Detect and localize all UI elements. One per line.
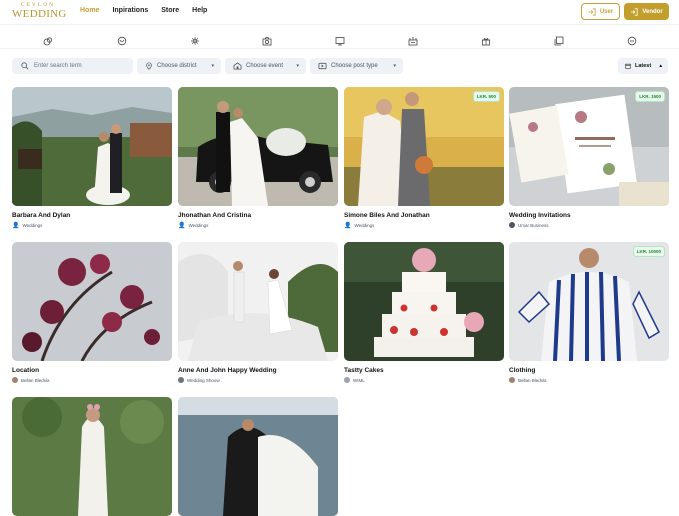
district-select-label: Choose district [157, 63, 197, 69]
post-card[interactable]: Barbara And Dylan 👤 Weddings [12, 87, 172, 229]
post-author-name: Weddings [188, 223, 209, 228]
post-image[interactable] [344, 242, 504, 361]
post-title[interactable]: Jhonathan And Cristina [178, 212, 338, 219]
post-card[interactable] [178, 397, 338, 516]
post-author-name: Wedding Shoow [187, 377, 220, 383]
user-icon: 👤 [12, 223, 20, 229]
post-card[interactable]: LKR. 10000 Clothing Bellan Bledsla [509, 242, 669, 383]
post-author[interactable]: Wedding Shoow [178, 377, 338, 383]
post-card[interactable]: Location Bellan Bledsla [12, 242, 172, 383]
post-image[interactable] [178, 397, 338, 516]
post-title[interactable]: Barbara And Dylan [12, 212, 172, 219]
post-card[interactable]: Tastty Cakes WIML [344, 242, 504, 383]
post-author-name: WIML [353, 377, 365, 383]
more-icon[interactable] [627, 33, 637, 46]
venue-icon [233, 62, 242, 70]
chevron-down-icon: ▴ [659, 63, 662, 69]
event-select-label: Choose event [246, 63, 284, 69]
post-type-select[interactable]: Choose post type ▾ [310, 58, 403, 74]
post-title[interactable]: Tastty Cakes [344, 367, 504, 374]
post-author[interactable]: Bellan Bledsla [12, 377, 172, 383]
search-placeholder: Enter search term [34, 63, 82, 69]
post-image[interactable]: LKR. 500 [344, 87, 504, 206]
search-input[interactable]: Enter search term [12, 58, 133, 74]
vendor-button-label: Vendor [642, 8, 663, 15]
price-badge: LKR. 1500 [635, 91, 665, 102]
price-badge: LKR. 500 [472, 91, 500, 102]
post-image[interactable]: LKR. 1500 [509, 87, 669, 206]
sort-select[interactable]: Latest ▴ [618, 58, 668, 74]
login-icon [588, 7, 596, 16]
avatar [509, 377, 515, 383]
post-author-name: Bellan Bledsla [21, 377, 50, 383]
flower-icon[interactable] [190, 33, 200, 45]
avatar [12, 377, 18, 383]
user-button-label: User [599, 8, 614, 15]
post-card[interactable] [12, 397, 172, 516]
post-card[interactable]: LKR. 500 Simone Biles And Jonathan 👤 Wed… [344, 87, 504, 229]
avatar [178, 377, 184, 383]
sort-select-label: Latest [635, 63, 652, 69]
login-icon [631, 7, 638, 16]
logo-line-2: WEDDING [12, 7, 67, 20]
chevron-down-icon: ▾ [296, 63, 299, 69]
post-title[interactable]: Clothing [509, 367, 669, 374]
post-author[interactable]: 👤 Weddings [12, 222, 172, 229]
post-author-name: Umar Business [518, 222, 549, 228]
post-title[interactable]: Anne And John Happy Wedding [178, 367, 338, 374]
calendar-icon [625, 63, 631, 69]
post-image[interactable] [178, 242, 338, 361]
avatar [509, 222, 515, 228]
user-icon: 👤 [178, 223, 186, 229]
cards-icon[interactable] [554, 33, 564, 46]
search-icon [21, 62, 29, 70]
video-icon [318, 62, 327, 70]
category-bar [0, 27, 679, 49]
price-badge: LKR. 10000 [632, 246, 665, 257]
main-nav: Home Inpirations Store Help [80, 7, 207, 14]
post-image[interactable] [12, 397, 172, 516]
top-header: CEYLON WEDDING Home Inpirations Store He… [0, 0, 679, 25]
chevron-down-icon: ▾ [211, 63, 214, 69]
post-card[interactable]: LKR. 1500 Wedding Invitations Umar Busin… [509, 87, 669, 228]
post-image[interactable]: LKR. 10000 [509, 242, 669, 361]
post-image[interactable] [12, 242, 172, 361]
site-logo[interactable]: CEYLON WEDDING [12, 2, 67, 20]
post-type-select-label: Choose post type [331, 63, 378, 69]
district-select[interactable]: Choose district ▾ [137, 58, 221, 74]
user-icon: 👤 [344, 223, 352, 229]
cake-icon[interactable] [117, 33, 127, 46]
post-title[interactable]: Simone Biles And Jonathan [344, 212, 504, 219]
post-title[interactable]: Location [12, 367, 172, 374]
vendor-login-button[interactable]: Vendor [624, 3, 669, 20]
filter-bar: Enter search term Choose district ▾ Choo… [0, 58, 679, 74]
gift-icon[interactable] [481, 33, 491, 46]
post-title[interactable]: Wedding Invitations [509, 212, 669, 219]
chevron-down-icon: ▾ [393, 63, 396, 69]
rings-icon[interactable] [43, 33, 53, 46]
location-pin-icon [146, 62, 152, 70]
post-author-name: Weddings [22, 223, 43, 228]
post-card[interactable]: Jhonathan And Cristina 👤 Weddings [178, 87, 338, 229]
avatar [344, 377, 350, 383]
post-image[interactable] [178, 87, 338, 206]
nav-store[interactable]: Store [161, 7, 179, 14]
nav-inspirations[interactable]: Inpirations [112, 7, 148, 14]
post-author[interactable]: WIML [344, 377, 504, 383]
post-author[interactable]: 👤 Weddings [178, 222, 338, 229]
post-author-name: Bellan Bledsla [518, 377, 547, 383]
nav-help[interactable]: Help [192, 7, 207, 14]
post-author[interactable]: Umar Business [509, 222, 669, 228]
camera-icon[interactable] [262, 33, 272, 46]
monitor-icon[interactable] [335, 33, 345, 46]
post-card[interactable]: Anne And John Happy Wedding Wedding Shoo… [178, 242, 338, 383]
post-image[interactable] [12, 87, 172, 206]
post-author[interactable]: Bellan Bledsla [509, 377, 669, 383]
venue-icon[interactable] [408, 33, 418, 46]
event-select[interactable]: Choose event ▾ [225, 58, 306, 74]
post-author[interactable]: 👤 Weddings [344, 222, 504, 229]
nav-home[interactable]: Home [80, 7, 99, 14]
user-login-button[interactable]: User [581, 3, 620, 20]
post-author-name: Weddings [354, 223, 375, 228]
